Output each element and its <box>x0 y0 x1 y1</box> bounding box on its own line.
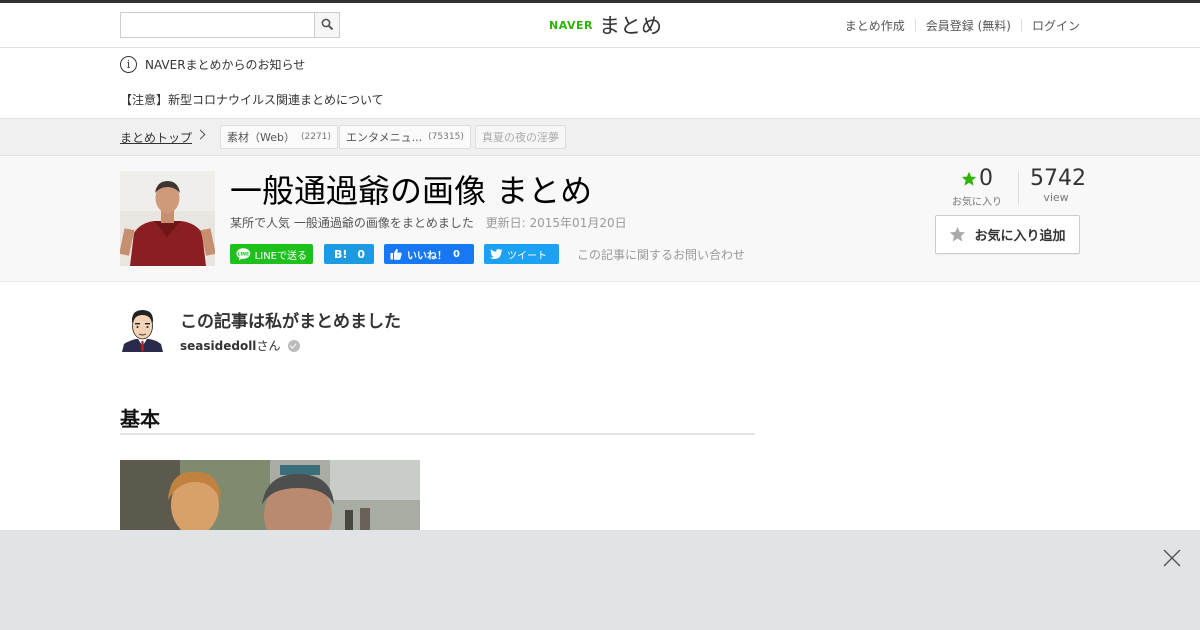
breadcrumb: まとめトップ 素材（Web） (2271) エンタメニュ... (75315) … <box>0 118 1200 156</box>
section-title: 基本 <box>120 407 160 431</box>
hatena-icon: B! <box>334 247 348 261</box>
stats-divider <box>1018 171 1019 205</box>
author-suffix: さん <box>256 339 281 353</box>
star-icon <box>961 171 977 186</box>
tag-label: 真夏の夜の淫夢 <box>482 131 559 144</box>
favorites-label: お気に入り <box>952 197 1002 208</box>
info-icon: i <box>120 56 137 73</box>
section-divider <box>120 433 755 435</box>
login-link[interactable]: ログイン <box>1032 17 1080 34</box>
category-tag-3[interactable]: 真夏の夜の淫夢 <box>475 125 566 149</box>
tweet-label: ツイート <box>507 250 547 262</box>
facebook-like-button[interactable]: いいね！ 0 <box>384 244 474 264</box>
tag-count: (2271) <box>300 132 331 142</box>
author-info: seasidedoll さん <box>180 337 301 354</box>
breadcrumb-home-link[interactable]: まとめトップ <box>120 129 192 146</box>
svg-text:LINE: LINE <box>238 251 250 257</box>
close-icon[interactable] <box>1162 548 1182 568</box>
tag-count: (75315) <box>428 132 464 142</box>
hatena-count: 0 <box>357 247 366 261</box>
register-link[interactable]: 会員登録 (無料) <box>926 17 1011 34</box>
category-tag-sozai[interactable]: 素材（Web） (2271) <box>220 125 338 149</box>
create-matome-link[interactable]: まとめ作成 <box>845 17 905 34</box>
star-icon <box>950 226 966 242</box>
notice-link[interactable]: 【注意】新型コロナウイルス関連まとめについて <box>120 91 384 108</box>
twitter-icon <box>490 248 503 259</box>
updated-date: 更新日: 2015年01月20日 <box>485 216 627 230</box>
thumbs-up-icon <box>390 248 402 260</box>
favorites-counter: 0 お気に入り <box>952 166 1002 208</box>
header-nav: まとめ作成 会員登録 (無料) ログイン <box>845 17 1080 34</box>
logo-matome: まとめ <box>598 14 662 38</box>
line-share-label: LINEで送る <box>254 250 307 262</box>
article-description: 某所で人気 一般通過爺の画像をまとめました 更新日: 2015年01月20日 <box>230 214 627 231</box>
favorites-count: 0 <box>979 166 993 191</box>
view-label: view <box>1043 191 1069 204</box>
description-text: 某所で人気 一般通過爺の画像をまとめました <box>230 216 474 230</box>
verified-icon <box>288 339 301 352</box>
search-box <box>120 12 340 38</box>
nav-divider <box>914 19 916 32</box>
line-icon: LINE <box>236 248 251 261</box>
add-favorite-label: お気に入り追加 <box>974 229 1066 244</box>
facebook-like-count: 0 <box>453 248 460 260</box>
article-header: 一般通過爺の画像 まとめ 某所で人気 一般通過爺の画像をまとめました 更新日: … <box>0 156 1200 282</box>
search-button[interactable] <box>314 13 339 37</box>
add-favorite-button[interactable]: お気に入り追加 <box>935 215 1080 254</box>
ad-overlay-banner <box>0 530 1200 630</box>
hatena-bookmark-button[interactable]: B! 0 <box>324 244 374 264</box>
search-icon <box>321 18 334 31</box>
line-share-button[interactable]: LINE LINEで送る <box>230 244 313 264</box>
logo-naver: NAVER <box>549 18 593 32</box>
category-tag-entame[interactable]: エンタメニュ... (75315) <box>339 125 471 149</box>
tweet-button[interactable]: ツイート <box>484 244 559 264</box>
site-header: NAVER まとめ まとめ作成 会員登録 (無料) ログイン <box>0 3 1200 48</box>
view-counter: 5742 view <box>1030 166 1086 204</box>
tag-label: 素材（Web） <box>227 131 295 144</box>
author-avatar[interactable] <box>120 306 165 352</box>
facebook-like-label: いいね！ <box>407 250 447 262</box>
notice-heading: i NAVERまとめからのお知らせ <box>120 56 305 73</box>
article-thumbnail <box>120 171 215 266</box>
site-logo[interactable]: NAVER まとめ <box>549 11 662 39</box>
tag-label: エンタメニュ... <box>346 131 423 144</box>
content-image[interactable] <box>120 460 420 530</box>
author-name-link[interactable]: seasidedoll <box>180 339 256 353</box>
notice-title: NAVERまとめからのお知らせ <box>145 58 306 72</box>
article-title: 一般通過爺の画像 まとめ <box>230 172 593 210</box>
search-input[interactable] <box>121 13 315 37</box>
chevron-right-icon <box>195 129 206 140</box>
nav-divider <box>1020 19 1022 32</box>
author-heading: この記事は私がまとめました <box>180 312 401 332</box>
article-inquiry-link[interactable]: この記事に関するお問い合わせ <box>577 246 745 263</box>
view-count: 5742 <box>1030 166 1086 191</box>
